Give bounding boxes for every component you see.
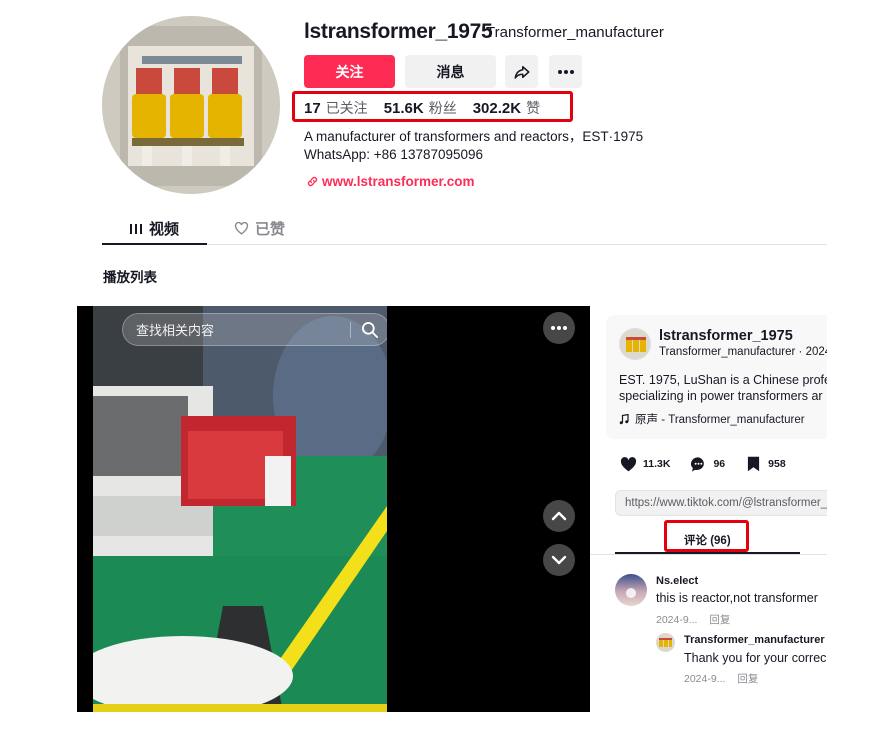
profile-avatar[interactable] bbox=[102, 16, 280, 194]
grid-icon bbox=[130, 223, 142, 234]
tab-liked-label: 已赞 bbox=[255, 221, 286, 238]
bio-line-1: A manufacturer of transformers and react… bbox=[304, 129, 644, 144]
comment-icon bbox=[689, 455, 707, 473]
reply-reply-button[interactable]: 回复 bbox=[737, 673, 758, 685]
comments-highlight-box bbox=[664, 520, 749, 552]
reply-avatar[interactable] bbox=[656, 633, 675, 652]
link-icon bbox=[307, 176, 318, 187]
next-video-button[interactable] bbox=[543, 544, 575, 576]
reply-meta: 2024-9... 回复 bbox=[684, 671, 767, 686]
page: lstransformer_1975 Transformer_manufactu… bbox=[0, 0, 827, 740]
music-link[interactable]: 原声 - Transformer_manufacturer bbox=[619, 411, 805, 427]
more-dots-icon bbox=[551, 326, 567, 330]
save-count: 958 bbox=[768, 458, 786, 470]
tab-liked[interactable]: 已赞 bbox=[234, 218, 285, 239]
share-button[interactable] bbox=[505, 55, 538, 88]
comment-reply-button[interactable]: 回复 bbox=[709, 614, 730, 626]
video-info-panel: lstransformer_1975 Transformer_manufactu… bbox=[606, 315, 827, 439]
reply-text: Thank you for your correc bbox=[684, 651, 827, 665]
tab-videos[interactable]: 视频 bbox=[130, 218, 179, 239]
video-description: EST. 1975, LuShan is a Chinese profe spe… bbox=[619, 372, 827, 404]
chevron-up-icon bbox=[551, 511, 567, 521]
video-more-button[interactable] bbox=[543, 312, 575, 344]
author-avatar[interactable] bbox=[619, 328, 651, 360]
commenter-avatar-image bbox=[615, 574, 647, 606]
profile-nickname: Transformer_manufacturer bbox=[486, 24, 664, 41]
more-icon bbox=[557, 69, 574, 74]
video-description-line-2: specializing in power transformers ar bbox=[619, 389, 823, 403]
comments-tab-divider bbox=[590, 554, 827, 555]
reply-avatar-image bbox=[656, 633, 675, 652]
commenter-avatar[interactable] bbox=[615, 574, 647, 606]
profile-bio: A manufacturer of transformers and react… bbox=[304, 128, 643, 164]
save-action[interactable]: 958 bbox=[744, 455, 786, 473]
previous-video-button[interactable] bbox=[543, 500, 575, 532]
author-username[interactable]: lstransformer_1975 bbox=[659, 328, 793, 344]
search-divider bbox=[350, 322, 351, 338]
comment-action[interactable]: 96 bbox=[689, 455, 725, 473]
active-tab-indicator bbox=[102, 243, 207, 245]
comment-text: this is reactor,not transformer bbox=[656, 591, 818, 605]
chevron-down-icon bbox=[551, 555, 567, 565]
like-count: 11.3K bbox=[643, 458, 671, 470]
comment-username[interactable]: Ns.elect bbox=[656, 575, 698, 587]
heart-outline-icon bbox=[234, 222, 249, 235]
video-content bbox=[93, 306, 387, 712]
more-options-button[interactable] bbox=[549, 55, 582, 88]
message-button[interactable]: 消息 bbox=[405, 55, 496, 88]
tab-videos-label: 视频 bbox=[149, 221, 180, 238]
video-url-field[interactable]: https://www.tiktok.com/@lstransformer_ bbox=[615, 490, 827, 516]
comment-date: 2024-9... bbox=[656, 614, 698, 626]
reply-username[interactable]: Transformer_manufacturer · bbox=[684, 634, 827, 646]
share-icon bbox=[514, 65, 529, 79]
profile-handle: lstransformer_1975 bbox=[304, 20, 493, 43]
profile-tabs: 视频 已赞 bbox=[102, 210, 827, 245]
video-frame[interactable]: 查找相关内容 bbox=[93, 306, 387, 712]
author-subline: Transformer_manufacturer · 2024 bbox=[659, 346, 827, 358]
like-action[interactable]: 11.3K bbox=[619, 455, 670, 473]
video-search-button[interactable] bbox=[360, 320, 380, 340]
playlist-heading: 播放列表 bbox=[103, 270, 157, 285]
video-actions: 11.3K 96 958 bbox=[619, 455, 805, 473]
comment-meta: 2024-9... 回复 bbox=[656, 612, 739, 627]
website-text[interactable]: www.lstransformer.com bbox=[322, 174, 475, 189]
reply-date: 2024-9... bbox=[684, 673, 726, 685]
website-link[interactable]: www.lstransformer.com bbox=[306, 174, 475, 189]
search-icon bbox=[362, 322, 378, 338]
video-description-line-1: EST. 1975, LuShan is a Chinese profe bbox=[619, 373, 827, 387]
follow-button[interactable]: 关注 bbox=[304, 55, 395, 88]
video-player[interactable]: 查找相关内容 bbox=[77, 306, 590, 712]
stats-highlight-box bbox=[292, 91, 573, 122]
heart-icon bbox=[619, 455, 637, 473]
bio-line-2: WhatsApp: +86 13787095096 bbox=[304, 147, 484, 162]
bookmark-icon bbox=[744, 455, 762, 473]
author-avatar-image bbox=[620, 329, 650, 359]
music-note-icon bbox=[619, 413, 629, 424]
avatar-image bbox=[102, 16, 280, 194]
video-search-bar[interactable]: 查找相关内容 bbox=[122, 313, 387, 346]
music-title[interactable]: 原声 - Transformer_manufacturer bbox=[635, 411, 805, 427]
comment-count: 96 bbox=[713, 458, 726, 470]
video-search-placeholder[interactable]: 查找相关内容 bbox=[136, 320, 214, 339]
